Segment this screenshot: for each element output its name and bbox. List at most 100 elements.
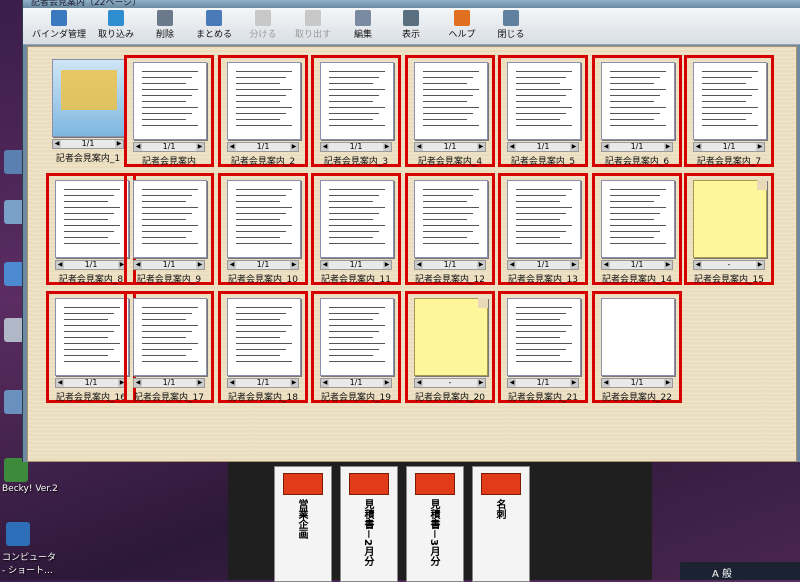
toolbar-button-7[interactable]: 表示 <box>389 10 433 42</box>
next-page-icon[interactable]: ▶ <box>196 143 204 151</box>
next-page-icon[interactable]: ▶ <box>477 261 485 269</box>
document-tile[interactable]: ◀ 1/1 ▶ 記者会見案内_16 <box>46 291 136 403</box>
document-thumbnail[interactable] <box>227 180 301 258</box>
document-tile[interactable]: ◀ 1/1 ▶ 記者会見案内_17 <box>124 291 214 403</box>
document-tile[interactable]: ◀ 1/1 ▶ 記者会見案内_6 <box>592 55 682 167</box>
binder[interactable]: 見積書－3月分 <box>406 466 464 582</box>
next-page-icon[interactable]: ▶ <box>756 143 764 151</box>
prev-page-icon[interactable]: ◀ <box>321 143 329 151</box>
document-tile[interactable]: ◀ 1/1 ▶ 記者会見案内_8 <box>46 173 136 285</box>
document-thumbnail[interactable] <box>693 62 767 140</box>
next-page-icon[interactable]: ▶ <box>290 261 298 269</box>
next-page-icon[interactable]: ▶ <box>477 143 485 151</box>
document-tile[interactable]: ◀ 1/1 ▶ 記者会見案内_11 <box>311 173 401 285</box>
toolbar-button-4[interactable]: 分ける <box>241 10 285 42</box>
ime-indicator[interactable]: A 般 <box>712 565 732 580</box>
prev-page-icon[interactable]: ◀ <box>56 379 64 387</box>
next-page-icon[interactable]: ▶ <box>664 261 672 269</box>
prev-page-icon[interactable]: ◀ <box>321 379 329 387</box>
document-thumbnail[interactable] <box>507 298 581 376</box>
prev-page-icon[interactable]: ◀ <box>694 261 702 269</box>
next-page-icon[interactable]: ▶ <box>290 143 298 151</box>
binder[interactable]: 名刺 <box>472 466 530 582</box>
toolbar-button-5[interactable]: 取り出す <box>289 10 337 42</box>
next-page-icon[interactable]: ▶ <box>477 379 485 387</box>
computer-icon[interactable] <box>6 522 30 546</box>
prev-page-icon[interactable]: ◀ <box>694 143 702 151</box>
prev-page-icon[interactable]: ◀ <box>53 140 61 148</box>
prev-page-icon[interactable]: ◀ <box>602 261 610 269</box>
document-thumbnail[interactable] <box>601 180 675 258</box>
toolbar-button-6[interactable]: 編集 <box>341 10 385 42</box>
prev-page-icon[interactable]: ◀ <box>415 143 423 151</box>
document-tile[interactable]: ◀ 1/1 ▶ 記者会見案内_4 <box>405 55 495 167</box>
document-thumbnail[interactable] <box>133 62 207 140</box>
next-page-icon[interactable]: ▶ <box>115 140 123 148</box>
binder[interactable]: 見積書－2月分 <box>340 466 398 582</box>
next-page-icon[interactable]: ▶ <box>383 379 391 387</box>
next-page-icon[interactable]: ▶ <box>570 379 578 387</box>
next-page-icon[interactable]: ▶ <box>383 143 391 151</box>
prev-page-icon[interactable]: ◀ <box>228 261 236 269</box>
prev-page-icon[interactable]: ◀ <box>228 379 236 387</box>
next-page-icon[interactable]: ▶ <box>570 261 578 269</box>
document-thumbnail[interactable] <box>414 180 488 258</box>
document-tile[interactable]: ◀ 1/1 ▶ 記者会見案内_22 <box>592 291 682 403</box>
document-tile[interactable]: ◀ 1/1 ▶ 記者会見案内_18 <box>218 291 308 403</box>
document-thumbnail[interactable] <box>133 180 207 258</box>
prev-page-icon[interactable]: ◀ <box>415 379 423 387</box>
binder[interactable]: 営業企画 <box>274 466 332 582</box>
document-thumbnail[interactable] <box>320 180 394 258</box>
document-thumbnail[interactable] <box>507 180 581 258</box>
prev-page-icon[interactable]: ◀ <box>134 379 142 387</box>
prev-page-icon[interactable]: ◀ <box>134 143 142 151</box>
document-tile[interactable]: ◀ 1/1 ▶ 記者会見案内_14 <box>592 173 682 285</box>
prev-page-icon[interactable]: ◀ <box>602 143 610 151</box>
document-tile[interactable]: ◀ - ▶ 記者会見案内_20 <box>405 291 495 403</box>
next-page-icon[interactable]: ▶ <box>383 261 391 269</box>
document-tile[interactable]: ◀ 1/1 ▶ 記者会見案内_2 <box>218 55 308 167</box>
toolbar-button-8[interactable]: ヘルプ <box>439 10 485 42</box>
document-thumbnail[interactable] <box>320 62 394 140</box>
prev-page-icon[interactable]: ◀ <box>602 379 610 387</box>
prev-page-icon[interactable]: ◀ <box>134 261 142 269</box>
document-tile[interactable]: ◀ 1/1 ▶ 記者会見案内_21 <box>498 291 588 403</box>
next-page-icon[interactable]: ▶ <box>664 379 672 387</box>
document-tile[interactable]: ◀ 1/1 ▶ 記者会見案内_13 <box>498 173 588 285</box>
document-thumbnail[interactable] <box>133 298 207 376</box>
prev-page-icon[interactable]: ◀ <box>508 143 516 151</box>
document-thumbnail[interactable] <box>55 298 129 376</box>
next-page-icon[interactable]: ▶ <box>756 261 764 269</box>
document-thumbnail[interactable] <box>693 180 767 258</box>
document-tile[interactable]: ◀ 1/1 ▶ 記者会見案内_10 <box>218 173 308 285</box>
document-tile[interactable]: ◀ 1/1 ▶ 記者会見案内_19 <box>311 291 401 403</box>
prev-page-icon[interactable]: ◀ <box>321 261 329 269</box>
document-thumbnail[interactable] <box>320 298 394 376</box>
prev-page-icon[interactable]: ◀ <box>228 143 236 151</box>
document-thumbnail[interactable] <box>414 298 488 376</box>
document-thumbnail[interactable] <box>52 59 126 137</box>
document-tile[interactable]: ◀ 1/1 ▶ 記者会見案内_1 <box>46 55 136 167</box>
next-page-icon[interactable]: ▶ <box>290 379 298 387</box>
document-thumbnail[interactable] <box>227 298 301 376</box>
toolbar-button-0[interactable]: バインダ管理 <box>29 10 89 42</box>
document-thumbnail[interactable] <box>227 62 301 140</box>
document-tile[interactable]: ◀ 1/1 ▶ 記者会見案内_5 <box>498 55 588 167</box>
document-thumbnail[interactable] <box>601 62 675 140</box>
next-page-icon[interactable]: ▶ <box>196 379 204 387</box>
document-thumbnail[interactable] <box>601 298 675 376</box>
next-page-icon[interactable]: ▶ <box>570 143 578 151</box>
document-thumbnail[interactable] <box>414 62 488 140</box>
prev-page-icon[interactable]: ◀ <box>415 261 423 269</box>
toolbar-button-1[interactable]: 取り込み <box>91 10 141 42</box>
next-page-icon[interactable]: ▶ <box>196 261 204 269</box>
prev-page-icon[interactable]: ◀ <box>508 379 516 387</box>
document-tile[interactable]: ◀ 1/1 ▶ 記者会見案内_12 <box>405 173 495 285</box>
toolbar-button-9[interactable]: 閉じる <box>489 10 533 42</box>
document-tile[interactable]: ◀ - ▶ 記者会見案内_15 <box>684 173 774 285</box>
next-page-icon[interactable]: ▶ <box>664 143 672 151</box>
document-tile[interactable]: ◀ 1/1 ▶ 記者会見案内_9 <box>124 173 214 285</box>
document-thumbnail[interactable] <box>55 180 129 258</box>
document-tile[interactable]: ◀ 1/1 ▶ 記者会見案内 <box>124 55 214 167</box>
prev-page-icon[interactable]: ◀ <box>508 261 516 269</box>
